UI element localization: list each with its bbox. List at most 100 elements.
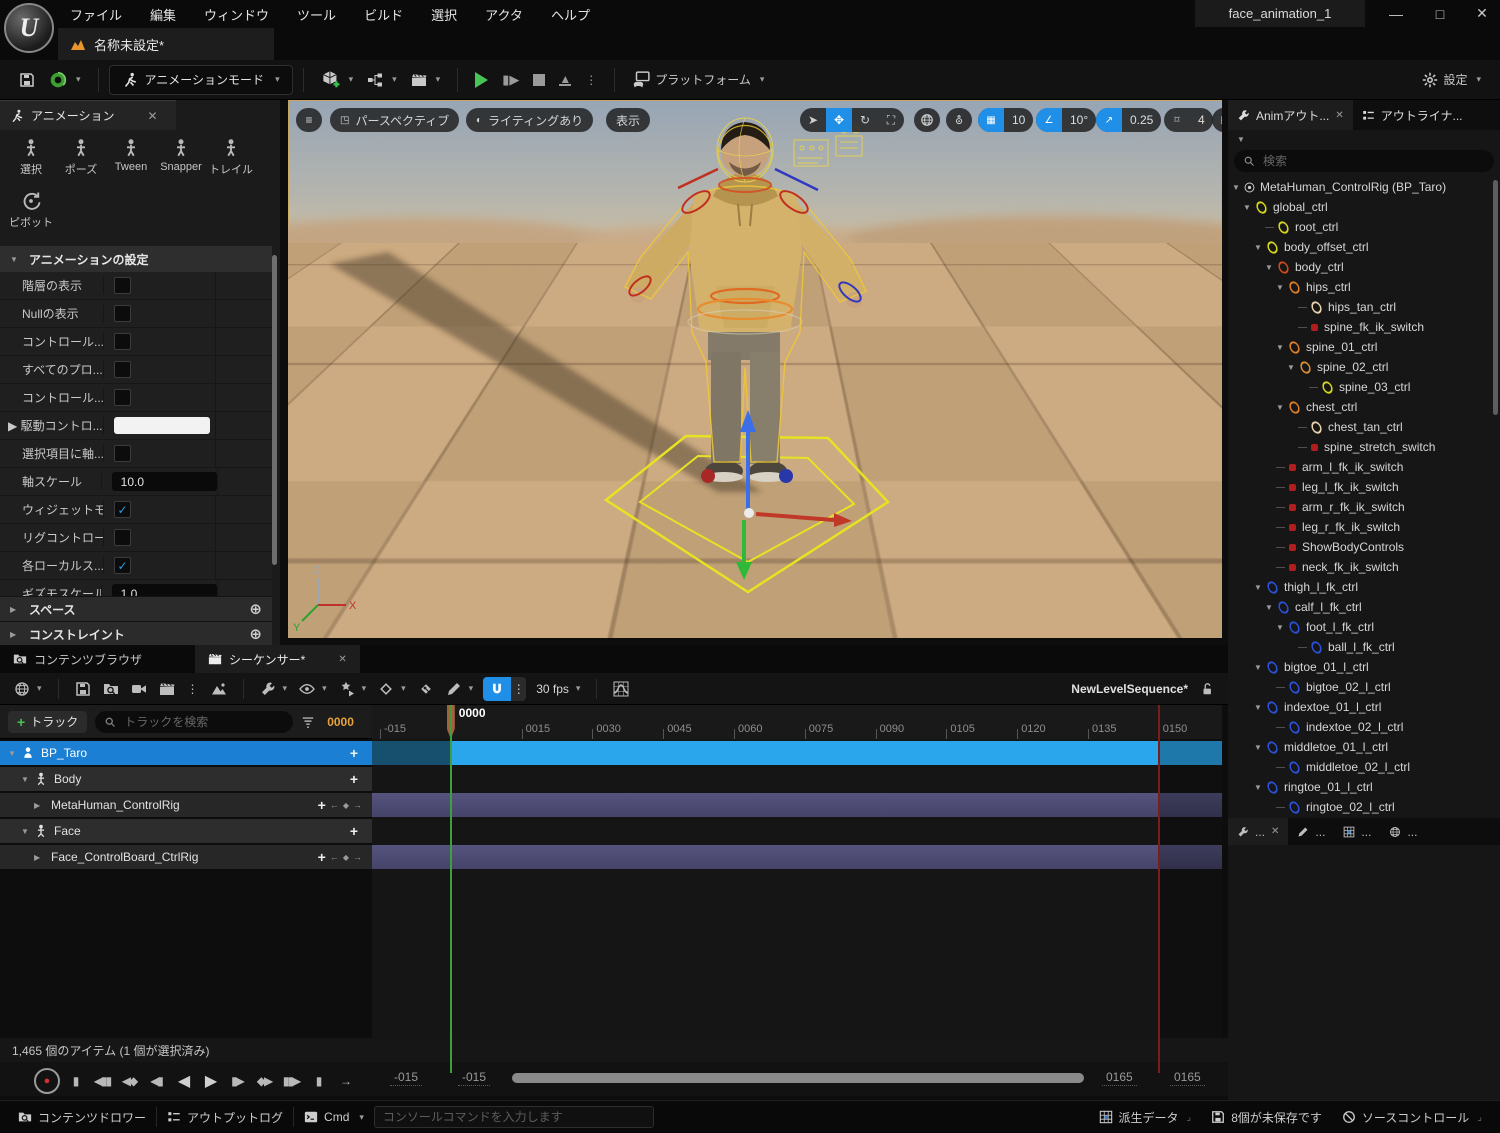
menu-item[interactable]: ツール xyxy=(283,5,350,24)
close-button[interactable]: ✕ xyxy=(1462,0,1500,27)
next-frame-button[interactable]: ▮▶ xyxy=(225,1070,249,1092)
checkbox[interactable] xyxy=(114,501,131,518)
tab-content-browser[interactable]: コンテンツブラウザ xyxy=(0,645,155,673)
collapse-arrow-icon[interactable]: ▼ xyxy=(1254,783,1265,792)
add-constraint-icon[interactable]: ⊕ xyxy=(249,625,262,643)
collapse-arrow-icon[interactable]: ▼ xyxy=(1254,743,1265,752)
track-row[interactable]: ▶MetaHuman_ControlRig+←◆→ xyxy=(0,793,372,817)
track-lane[interactable] xyxy=(372,741,1222,765)
view-range-start[interactable]: -015 xyxy=(458,1070,490,1086)
select-tool-button[interactable]: ➤ xyxy=(800,108,826,132)
edit-mode-dropdown[interactable]: ▾ xyxy=(440,676,480,702)
platforms-dropdown[interactable]: プラットフォーム▾ xyxy=(625,66,771,94)
tree-item[interactable]: leg_r_fk_ik_switch xyxy=(1228,517,1494,537)
jump-back-button[interactable]: ◀▮▮ xyxy=(90,1070,114,1092)
tree-item[interactable]: ▼hips_ctrl xyxy=(1228,277,1494,297)
expand-arrow-icon[interactable]: ▶ xyxy=(34,853,45,862)
animation-settings-header[interactable]: ▼ アニメーションの設定 xyxy=(0,246,272,272)
play-button[interactable]: ▶ xyxy=(198,1070,222,1092)
tab-outliner[interactable]: アウトライナ... xyxy=(1353,100,1472,130)
playback-options-dropdown[interactable]: ▾ xyxy=(333,676,373,702)
tree-item[interactable]: ▼foot_l_fk_ctrl xyxy=(1228,617,1494,637)
viewport-options-button[interactable]: ≡ xyxy=(296,108,322,132)
play-reverse-button[interactable]: ◀ xyxy=(171,1070,195,1092)
end-marker-line[interactable] xyxy=(1158,705,1160,1073)
collapse-arrow-icon[interactable]: ▼ xyxy=(1265,263,1276,272)
tree-item[interactable]: arm_l_fk_ik_switch xyxy=(1228,457,1494,477)
prev-frame-button[interactable]: ◀▮ xyxy=(144,1070,168,1092)
auto-key-button[interactable] xyxy=(412,676,440,702)
track-row[interactable]: ▶Face_ControlBoard_CtrlRig+←◆→ xyxy=(0,845,372,869)
minimize-button[interactable]: — xyxy=(1376,0,1416,27)
collapse-arrow-icon[interactable]: ▼ xyxy=(1265,603,1276,612)
collapse-arrow-icon[interactable]: ▼ xyxy=(1287,363,1298,372)
menu-item[interactable]: ウィンドウ xyxy=(190,5,283,24)
add-section-icon[interactable]: + xyxy=(318,849,326,865)
world-space-button[interactable] xyxy=(914,108,940,132)
tree-item[interactable]: ▼MetaHuman_ControlRig (BP_Taro) xyxy=(1228,177,1494,197)
track-lane[interactable] xyxy=(372,767,1222,791)
tree-item[interactable]: arm_r_fk_ik_switch xyxy=(1228,497,1494,517)
close-icon[interactable]: ✕ xyxy=(1335,110,1343,121)
working-range-start[interactable]: -015 xyxy=(390,1070,422,1086)
collapse-arrow-icon[interactable]: ▼ xyxy=(1254,583,1265,592)
tree-item[interactable]: middletoe_02_l_ctrl xyxy=(1228,757,1494,777)
collapse-arrow-icon[interactable]: ▼ xyxy=(1254,703,1265,712)
snap-options-icon[interactable]: ⋮ xyxy=(511,677,526,701)
collapse-arrow-icon[interactable]: ▼ xyxy=(21,827,32,836)
to-start-button[interactable]: ▮ xyxy=(63,1070,87,1092)
close-icon[interactable]: ✕ xyxy=(148,109,158,123)
tool-4[interactable]: Snapper xyxy=(156,138,206,177)
more-options-icon[interactable]: ⋮ xyxy=(181,676,205,702)
tree-item[interactable]: bigtoe_02_l_ctrl xyxy=(1228,677,1494,697)
render-still-button[interactable] xyxy=(205,676,233,702)
collapse-arrow-icon[interactable]: ▼ xyxy=(1276,343,1287,352)
source-control-button[interactable]: ソースコントロール ⌟ xyxy=(1332,1101,1492,1133)
tree-item[interactable]: ▼calf_l_fk_ctrl xyxy=(1228,597,1494,617)
frame-skip-button[interactable]: ▮▶ xyxy=(495,66,526,94)
track-row[interactable]: ▼Face+ xyxy=(0,819,372,843)
add-section-icon[interactable]: + xyxy=(350,745,358,761)
track-search[interactable] xyxy=(95,711,293,733)
collapse-arrow-icon[interactable]: ▼ xyxy=(1232,183,1243,192)
checkbox[interactable] xyxy=(114,333,131,350)
section-constraints[interactable]: ▶ コンストレイント ⊕ xyxy=(0,621,272,646)
add-track-button[interactable]: + トラック xyxy=(8,711,87,733)
track-lane[interactable] xyxy=(372,845,1222,869)
tree-item[interactable]: leg_l_fk_ik_switch xyxy=(1228,477,1494,497)
tree-item[interactable]: spine_03_ctrl xyxy=(1228,377,1494,397)
scale-tool-button[interactable]: ⛶ xyxy=(878,108,904,132)
close-icon[interactable]: ✕ xyxy=(1271,826,1279,837)
next-key-button[interactable]: ◆▶ xyxy=(252,1070,276,1092)
play-button[interactable] xyxy=(468,66,495,94)
unsaved-button[interactable]: 8個が未保存です xyxy=(1201,1101,1332,1133)
tool-2[interactable]: ポーズ xyxy=(56,138,106,177)
eject-button[interactable]: ▲ xyxy=(552,66,578,94)
tree-item[interactable]: ShowBodyControls xyxy=(1228,537,1494,557)
checkbox[interactable] xyxy=(114,529,131,546)
tree-item[interactable]: ▼body_ctrl xyxy=(1228,257,1494,277)
tree-item[interactable]: ▼global_ctrl xyxy=(1228,197,1494,217)
settings-dropdown[interactable]: 設定▾ xyxy=(1415,66,1488,94)
snap-toggle[interactable]: ⋮ xyxy=(483,677,526,701)
color-swatch[interactable] xyxy=(114,417,210,434)
angle-snap-control[interactable]: ∠ 10° xyxy=(1036,108,1096,132)
tree-item[interactable]: ball_l_fk_ctrl xyxy=(1228,637,1494,657)
rotate-tool-button[interactable]: ↻ xyxy=(852,108,878,132)
tree-item[interactable]: spine_fk_ik_switch xyxy=(1228,317,1494,337)
tree-item[interactable]: hips_tan_ctrl xyxy=(1228,297,1494,317)
viewport[interactable]: Z X Y ≡ ◳ パースペクティブ ◐ ライティングあり 表示 ➤ ✥ ↻ ⛶… xyxy=(288,100,1222,638)
checkbox[interactable] xyxy=(114,389,131,406)
tree-item[interactable]: ▼bigtoe_01_l_ctrl xyxy=(1228,657,1494,677)
tree-item[interactable]: ringtoe_02_l_ctrl xyxy=(1228,797,1494,817)
maximize-button[interactable]: □ xyxy=(1420,0,1460,27)
collapse-arrow-icon[interactable]: ▼ xyxy=(21,775,32,784)
timeline-ruler[interactable]: -015001500300045006000750090010501200135… xyxy=(372,705,1222,740)
track-row[interactable]: ▼Body+ xyxy=(0,767,372,791)
close-icon[interactable]: ✕ xyxy=(338,654,346,665)
menu-item[interactable]: ヘルプ xyxy=(537,5,604,24)
left-panel-scrollbar[interactable] xyxy=(272,255,277,565)
menu-item[interactable]: ビルド xyxy=(350,5,417,24)
derived-data-button[interactable]: 派生データ ⌟ xyxy=(1089,1101,1202,1133)
curve-editor-button[interactable] xyxy=(607,676,635,702)
